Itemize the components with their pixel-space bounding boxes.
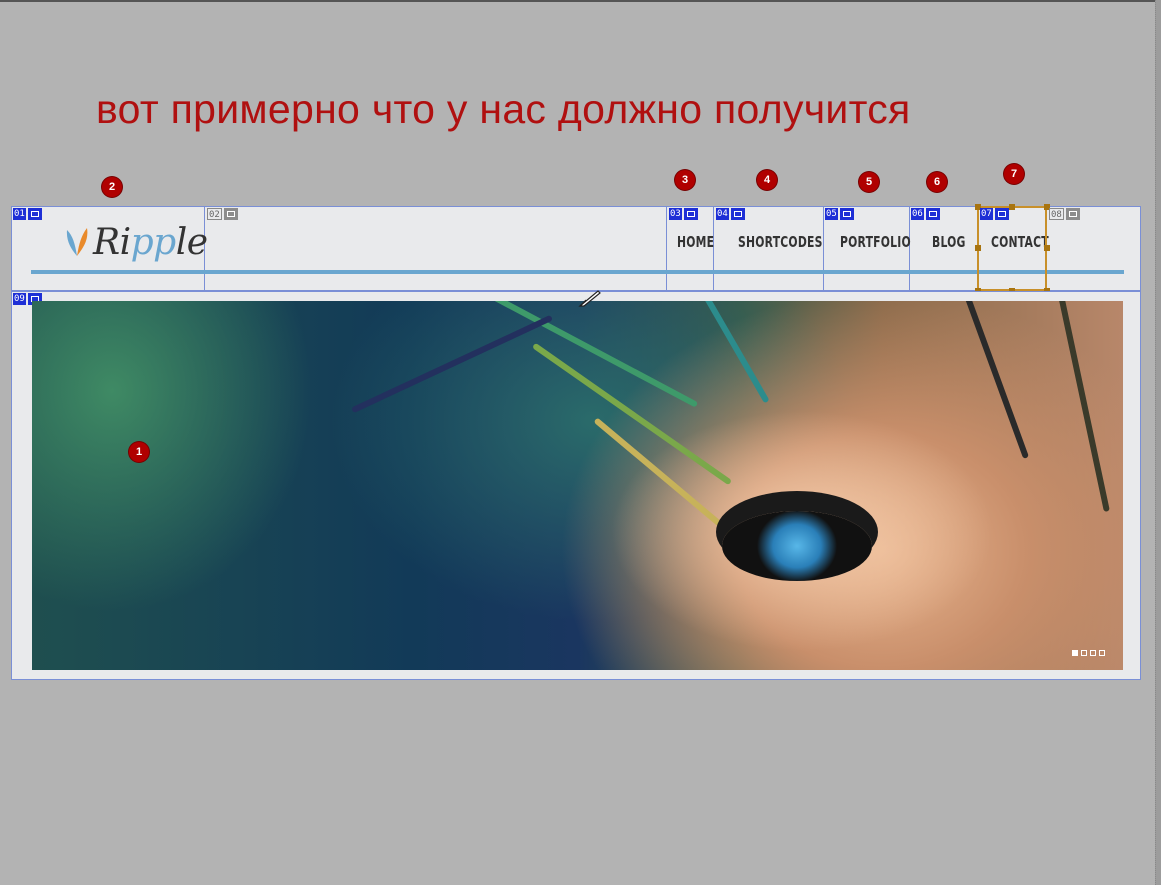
- logo-text: Ripple: [93, 221, 208, 263]
- slice-divider: [823, 206, 824, 291]
- image-icon: [223, 208, 238, 220]
- callout-badge: 1: [129, 442, 149, 462]
- hair-strand: [954, 301, 1030, 459]
- callout-badge: 6: [927, 172, 947, 192]
- hair-strand: [351, 314, 553, 414]
- slice-tag[interactable]: 01: [13, 208, 42, 220]
- eye: [722, 511, 872, 581]
- image-icon: [994, 208, 1009, 220]
- slice-tool-cursor-icon: [578, 290, 601, 307]
- hair-strand: [465, 301, 699, 408]
- nav-shortcodes[interactable]: SHORTCODES: [738, 233, 823, 251]
- nav-blog[interactable]: BLOG: [932, 233, 966, 251]
- nav-home[interactable]: HOME: [677, 233, 714, 251]
- resize-handle[interactable]: [975, 245, 981, 251]
- slice-tag[interactable]: 07: [980, 208, 1009, 220]
- slider-pagination[interactable]: [1072, 650, 1105, 656]
- slice-tag[interactable]: 05: [825, 208, 854, 220]
- callout-badge: 4: [757, 170, 777, 190]
- slider-dot[interactable]: [1090, 650, 1096, 656]
- hair-strand: [1054, 301, 1110, 513]
- page-heading: вот примерно что у нас должно получится: [96, 86, 911, 132]
- slice-divider: [666, 206, 667, 291]
- image-icon: [683, 208, 698, 220]
- scrollbar-track[interactable]: [1155, 0, 1161, 885]
- slice-tag-auto[interactable]: 08: [1049, 208, 1080, 220]
- header-underline: [31, 270, 1124, 274]
- flame-icon: [66, 228, 88, 256]
- slider-dot[interactable]: [1081, 650, 1087, 656]
- image-icon: [730, 208, 745, 220]
- image-icon: [925, 208, 940, 220]
- slice-tag[interactable]: 03: [669, 208, 698, 220]
- slice-tag[interactable]: 06: [911, 208, 940, 220]
- hero-image: [32, 301, 1123, 670]
- hair-strand: [531, 342, 733, 486]
- window-top-border: [0, 0, 1161, 2]
- image-icon: [1065, 208, 1080, 220]
- slider-dot[interactable]: [1072, 650, 1078, 656]
- callout-badge: 3: [675, 170, 695, 190]
- slice-tag[interactable]: 04: [716, 208, 745, 220]
- image-icon: [839, 208, 854, 220]
- slice-tag-auto[interactable]: 02: [207, 208, 238, 220]
- slider-dot[interactable]: [1099, 650, 1105, 656]
- hair-strand: [674, 301, 770, 404]
- resize-handle[interactable]: [1009, 204, 1015, 210]
- ripple-logo[interactable]: Ripple: [63, 221, 208, 263]
- resize-handle[interactable]: [1044, 245, 1050, 251]
- callout-badge: 7: [1004, 164, 1024, 184]
- callout-badge: 5: [859, 172, 879, 192]
- nav-portfolio[interactable]: PORTFOLIO: [840, 233, 911, 251]
- callout-badge: 2: [102, 177, 122, 197]
- image-icon: [27, 208, 42, 220]
